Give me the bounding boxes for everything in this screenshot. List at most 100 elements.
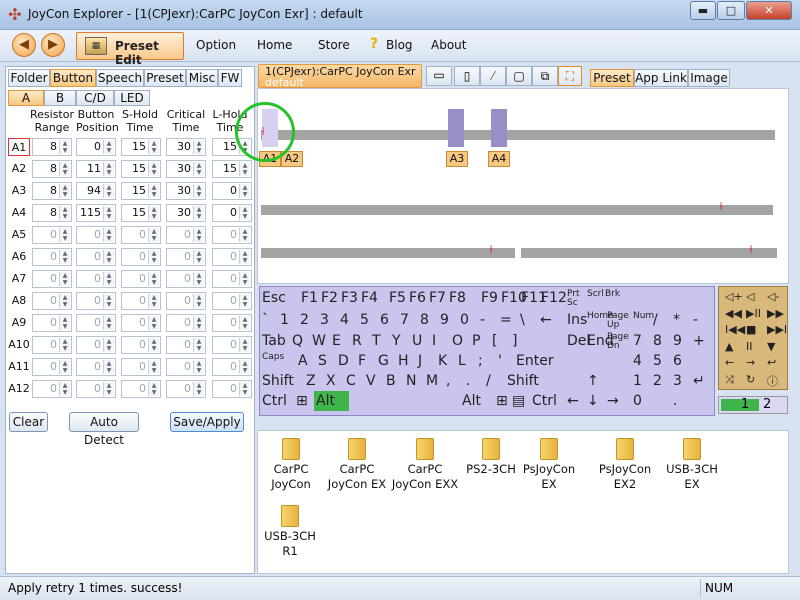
tab-image[interactable]: Image bbox=[688, 69, 730, 87]
stepper-arrows-icon[interactable]: ▲ ▼ bbox=[103, 272, 114, 286]
edit-icon[interactable]: ⁄ bbox=[480, 66, 506, 86]
key-esc[interactable]: Esc bbox=[262, 290, 286, 306]
value-stepper[interactable]: 0 ▲ ▼ bbox=[166, 226, 206, 244]
value-stepper[interactable]: 0 ▲ ▼ bbox=[76, 248, 116, 266]
stepper-arrows-icon[interactable]: ▲ ▼ bbox=[103, 338, 114, 352]
stepper-arrows-icon[interactable]: ▲ ▼ bbox=[148, 250, 159, 264]
stepper-arrows-icon[interactable]: ▲ ▼ bbox=[193, 140, 204, 154]
preset-folder[interactable]: PsJoyCon EX2 bbox=[590, 438, 660, 492]
value-stepper[interactable]: 15 ▲ ▼ bbox=[121, 138, 161, 156]
media-control-icon[interactable]: ▶▶I bbox=[767, 323, 787, 336]
key--[interactable]: . bbox=[466, 373, 470, 389]
media-control-icon[interactable]: ▲ bbox=[725, 340, 733, 353]
value-stepper[interactable]: 0 ▲ ▼ bbox=[121, 314, 161, 332]
key-3[interactable]: 3 bbox=[673, 373, 682, 389]
stepper-arrows-icon[interactable]: ▲ ▼ bbox=[59, 338, 70, 352]
stepper-arrows-icon[interactable]: ▲ ▼ bbox=[59, 228, 70, 242]
value-stepper[interactable]: 8 ▲ ▼ bbox=[32, 204, 72, 222]
value-stepper[interactable]: 0 ▲ ▼ bbox=[166, 270, 206, 288]
stepper-arrows-icon[interactable]: ▲ ▼ bbox=[148, 360, 159, 374]
key-5[interactable]: 5 bbox=[653, 353, 662, 369]
range-marker-icon[interactable]: ⟊ bbox=[746, 243, 756, 255]
stepper-arrows-icon[interactable]: ▲ ▼ bbox=[59, 316, 70, 330]
key--[interactable]: [ bbox=[492, 333, 497, 349]
close-button[interactable]: ✕ bbox=[746, 1, 792, 20]
preset-folder[interactable]: CarPC JoyCon bbox=[256, 438, 326, 492]
tab-button[interactable]: Button bbox=[50, 69, 96, 87]
key-k[interactable]: K bbox=[438, 353, 447, 369]
media-control-icon[interactable]: ↻ bbox=[746, 373, 755, 386]
key--[interactable]: + bbox=[693, 333, 705, 349]
stepper-arrows-icon[interactable]: ▲ ▼ bbox=[193, 162, 204, 176]
key-shift[interactable]: Shift bbox=[507, 373, 539, 389]
key-8[interactable]: 8 bbox=[420, 312, 429, 328]
value-stepper[interactable]: 115 ▲ ▼ bbox=[76, 204, 116, 222]
stepper-arrows-icon[interactable]: ▲ ▼ bbox=[239, 294, 250, 308]
key-a[interactable]: A bbox=[298, 353, 308, 369]
media-control-icon[interactable]: ◁- bbox=[767, 290, 779, 303]
stepper-arrows-icon[interactable]: ▲ ▼ bbox=[59, 206, 70, 220]
stepper-arrows-icon[interactable]: ▲ ▼ bbox=[239, 162, 250, 176]
value-stepper[interactable]: 0 ▲ ▼ bbox=[32, 380, 72, 398]
stepper-arrows-icon[interactable]: ▲ ▼ bbox=[148, 294, 159, 308]
value-stepper[interactable]: 0 ▲ ▼ bbox=[76, 358, 116, 376]
stepper-arrows-icon[interactable]: ▲ ▼ bbox=[103, 140, 114, 154]
stepper-arrows-icon[interactable]: ▲ ▼ bbox=[193, 206, 204, 220]
window-icon[interactable]: ▢ bbox=[506, 66, 532, 86]
key-7[interactable]: 7 bbox=[633, 333, 642, 349]
key-f9[interactable]: F9 bbox=[481, 290, 498, 306]
key-f8[interactable]: F8 bbox=[449, 290, 466, 306]
value-stepper[interactable]: 0 ▲ ▼ bbox=[32, 358, 72, 376]
key--[interactable]: / bbox=[486, 373, 491, 389]
key-4[interactable]: 4 bbox=[633, 353, 642, 369]
key--[interactable]: ⊞ bbox=[296, 393, 308, 409]
key-0[interactable]: 0 bbox=[633, 393, 642, 409]
value-stepper[interactable]: 11 ▲ ▼ bbox=[76, 160, 116, 178]
key--[interactable]: ▤ bbox=[512, 393, 525, 409]
new-document-icon[interactable]: ▯ bbox=[454, 66, 480, 86]
key-i[interactable]: I bbox=[432, 333, 436, 349]
media-control-icon[interactable]: ▶II bbox=[746, 307, 761, 320]
value-stepper[interactable]: 0 ▲ ▼ bbox=[166, 314, 206, 332]
value-stepper[interactable]: 0 ▲ ▼ bbox=[121, 380, 161, 398]
key--[interactable]: ; bbox=[478, 353, 483, 369]
value-stepper[interactable]: 0 ▲ ▼ bbox=[76, 226, 116, 244]
key-brk[interactable]: Brk bbox=[605, 290, 623, 299]
stepper-arrows-icon[interactable]: ▲ ▼ bbox=[148, 338, 159, 352]
key--[interactable]: / bbox=[653, 312, 658, 328]
key-u[interactable]: U bbox=[412, 333, 422, 349]
media-control-icon[interactable]: I◀◀ bbox=[725, 323, 745, 336]
stepper-arrows-icon[interactable]: ▲ ▼ bbox=[148, 228, 159, 242]
key-g[interactable]: G bbox=[378, 353, 389, 369]
key-1[interactable]: 1 bbox=[280, 312, 289, 328]
media-control-icon[interactable]: ⤨ bbox=[725, 373, 734, 387]
media-control-icon[interactable]: ▶▶ bbox=[767, 307, 784, 320]
media-control-icon[interactable]: ↩ bbox=[767, 356, 776, 369]
stepper-arrows-icon[interactable]: ▲ ▼ bbox=[103, 294, 114, 308]
stepper-arrows-icon[interactable]: ▲ ▼ bbox=[148, 184, 159, 198]
value-stepper[interactable]: 0 ▲ ▼ bbox=[212, 182, 252, 200]
maximize-button[interactable]: □ bbox=[717, 1, 745, 20]
stepper-arrows-icon[interactable]: ▲ ▼ bbox=[193, 228, 204, 242]
value-stepper[interactable]: 0 ▲ ▼ bbox=[212, 314, 252, 332]
key-f12[interactable]: F12 bbox=[541, 290, 567, 306]
stepper-arrows-icon[interactable]: ▲ ▼ bbox=[103, 162, 114, 176]
preset-edit-button[interactable]: ▦ Preset Edit bbox=[76, 32, 184, 67]
stepper-arrows-icon[interactable]: ▲ ▼ bbox=[239, 272, 250, 286]
value-stepper[interactable]: 0 ▲ ▼ bbox=[212, 270, 252, 288]
back-button[interactable]: ◀ bbox=[12, 33, 36, 57]
key--[interactable]: ← bbox=[567, 393, 579, 409]
media-control-icon[interactable]: ← bbox=[725, 356, 734, 369]
value-stepper[interactable]: 15 ▲ ▼ bbox=[121, 182, 161, 200]
subtab-cd[interactable]: C/D bbox=[76, 90, 114, 106]
fullscreen-icon[interactable]: ⛶ bbox=[558, 66, 582, 86]
key--[interactable]: \ bbox=[520, 312, 525, 328]
value-stepper[interactable]: 0 ▲ ▼ bbox=[166, 358, 206, 376]
value-stepper[interactable]: 0 ▲ ▼ bbox=[121, 292, 161, 310]
key-tab[interactable]: Tab bbox=[262, 333, 286, 349]
stepper-arrows-icon[interactable]: ▲ ▼ bbox=[59, 162, 70, 176]
value-stepper[interactable]: 0 ▲ ▼ bbox=[212, 336, 252, 354]
key-v[interactable]: V bbox=[366, 373, 376, 389]
stepper-arrows-icon[interactable]: ▲ ▼ bbox=[59, 382, 70, 396]
key--[interactable]: , bbox=[446, 373, 450, 389]
